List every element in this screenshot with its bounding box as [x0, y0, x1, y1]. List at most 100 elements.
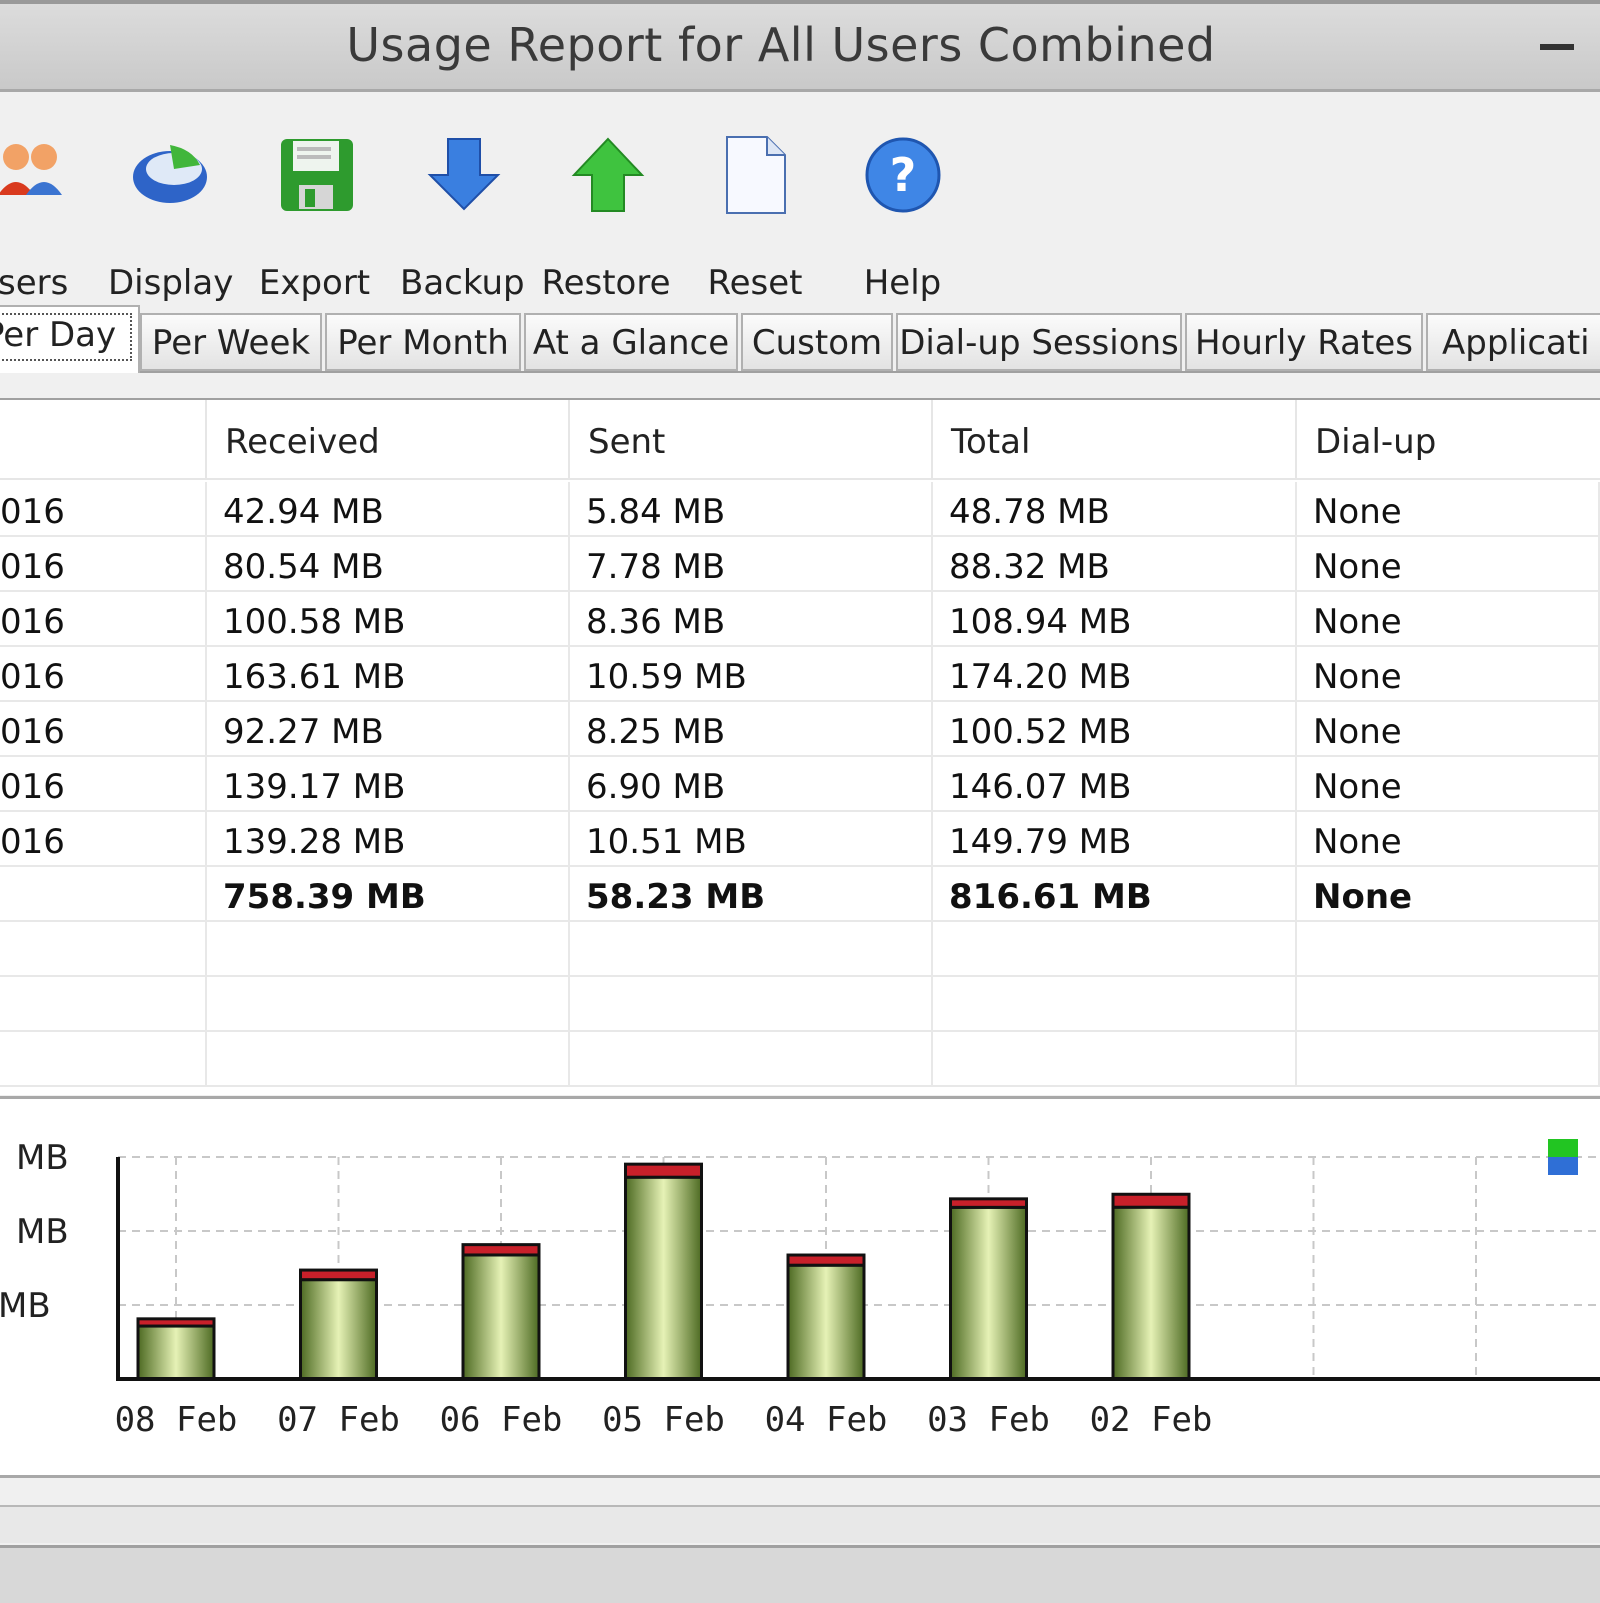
status-bar	[0, 1545, 1600, 1603]
column-header-dialup[interactable]: Dial-up	[1297, 400, 1600, 480]
tab-applications[interactable]: Applicati	[1426, 313, 1600, 371]
column-header-total[interactable]: Total	[933, 400, 1297, 480]
date-cell: 016	[0, 482, 207, 537]
total-cell: 100.52 MB	[933, 702, 1297, 757]
table-row[interactable]: 016 42.94 MB 5.84 MB 48.78 MB None	[0, 482, 1600, 537]
backup-button[interactable]: Backup	[400, 135, 525, 303]
bar-received	[136, 1324, 216, 1381]
users-button[interactable]: sers	[0, 135, 78, 303]
sent-cell: 58.23 MB	[570, 867, 933, 922]
empty-cell	[0, 977, 207, 1032]
title-bar: Usage Report for All Users Combined	[0, 0, 1600, 92]
empty-cell	[0, 922, 207, 977]
tab-at-a-glance[interactable]: At a Glance	[524, 313, 738, 371]
y-tick-label: MB	[0, 1286, 51, 1326]
empty-cell	[933, 1032, 1297, 1087]
x-tick-label: 05 Feb	[602, 1400, 725, 1440]
users-icon	[0, 144, 62, 195]
table-row[interactable]: 016 139.17 MB 6.90 MB 146.07 MB None	[0, 757, 1600, 812]
bar-received	[461, 1253, 541, 1381]
bar-sent	[786, 1253, 866, 1267]
empty-row	[0, 922, 1600, 977]
column-header-date[interactable]	[0, 400, 207, 480]
x-tick-label: 06 Feb	[440, 1400, 563, 1440]
export-button[interactable]: Export	[257, 135, 372, 303]
scrollbar-track[interactable]	[0, 1505, 1600, 1543]
bar-received	[624, 1175, 703, 1381]
empty-cell	[0, 1032, 207, 1087]
dialup-cell: None	[1297, 482, 1600, 537]
bar-chart: 08 Feb 07 Feb 06 Feb 05 Feb 04 Feb 03 Feb 02 F…	[0, 1138, 1600, 1440]
users-label: sers	[0, 263, 69, 303]
total-cell: 108.94 MB	[933, 592, 1297, 647]
empty-row	[0, 977, 1600, 1032]
empty-cell	[933, 977, 1297, 1032]
display-label: Display	[108, 263, 234, 303]
column-header-received[interactable]: Received	[207, 400, 570, 480]
date-cell: 016	[0, 647, 207, 702]
total-cell: 149.79 MB	[933, 812, 1297, 867]
reset-label: Reset	[707, 263, 803, 303]
table-row[interactable]: 016 139.28 MB 10.51 MB 149.79 MB None	[0, 812, 1600, 867]
legend-swatch-sent	[1548, 1157, 1578, 1175]
display-button[interactable]: Display	[108, 135, 233, 303]
arrow-up-icon	[571, 137, 645, 212]
received-cell: 163.61 MB	[207, 647, 570, 702]
total-cell: 48.78 MB	[933, 482, 1297, 537]
x-tick-label: 07 Feb	[277, 1400, 400, 1440]
received-cell: 139.28 MB	[207, 812, 570, 867]
total-cell: 816.61 MB	[933, 867, 1297, 922]
empty-cell	[570, 1032, 933, 1087]
usage-table: Received Sent Total Dial-up 016 42.94 MB 5…	[0, 398, 1600, 1095]
tab-per-day[interactable]: Per Day	[0, 305, 140, 373]
tab-per-week[interactable]: Per Week	[140, 313, 322, 371]
legend-swatch-received	[1548, 1139, 1578, 1157]
report-tabs: Per Day Per Week Per Month At a Glance C…	[0, 305, 1600, 373]
date-cell	[0, 867, 207, 922]
empty-cell	[207, 1032, 570, 1087]
tab-dial-up-sessions[interactable]: Dial-up Sessions	[896, 313, 1182, 371]
y-tick-label: MB	[16, 1212, 69, 1252]
dialup-cell: None	[1297, 812, 1600, 867]
restore-button[interactable]: Restore	[540, 135, 672, 303]
bar-received	[1111, 1205, 1191, 1381]
totals-row[interactable]: 758.39 MB 58.23 MB 816.61 MB None	[0, 867, 1600, 922]
sent-cell: 8.25 MB	[570, 702, 933, 757]
x-tick-label: 03 Feb	[927, 1400, 1050, 1440]
restore-label: Restore	[541, 263, 671, 303]
date-cell: 016	[0, 592, 207, 647]
reset-button[interactable]: Reset	[700, 135, 810, 303]
empty-cell	[207, 977, 570, 1032]
backup-label: Backup	[400, 263, 525, 303]
tab-per-month[interactable]: Per Month	[325, 313, 521, 371]
export-label: Export	[258, 263, 371, 303]
received-cell: 92.27 MB	[207, 702, 570, 757]
sent-cell: 8.36 MB	[570, 592, 933, 647]
tab-custom[interactable]: Custom	[741, 313, 893, 371]
blank-page-icon	[726, 136, 786, 214]
help-button[interactable]: ? Help	[855, 135, 950, 303]
tab-hourly-rates[interactable]: Hourly Rates	[1185, 313, 1423, 371]
x-tick-label: 04 Feb	[765, 1400, 888, 1440]
table-row[interactable]: 016 100.58 MB 8.36 MB 108.94 MB None	[0, 592, 1600, 647]
bar-received	[299, 1278, 378, 1381]
bar-sent	[461, 1243, 541, 1257]
empty-cell	[1297, 977, 1600, 1032]
received-cell: 42.94 MB	[207, 482, 570, 537]
column-header-sent[interactable]: Sent	[570, 400, 933, 480]
received-cell: 80.54 MB	[207, 537, 570, 592]
minimize-button[interactable]	[1540, 44, 1574, 50]
dialup-cell: None	[1297, 537, 1600, 592]
table-row[interactable]: 016 80.54 MB 7.78 MB 88.32 MB None	[0, 537, 1600, 592]
svg-text:?: ?	[890, 148, 917, 202]
window-title: Usage Report for All Users Combined	[346, 18, 1216, 72]
table-row[interactable]: 016 92.27 MB 8.25 MB 100.52 MB None	[0, 702, 1600, 757]
sent-cell: 5.84 MB	[570, 482, 933, 537]
help-icon: ?	[865, 137, 941, 213]
received-cell: 139.17 MB	[207, 757, 570, 812]
empty-cell	[570, 977, 933, 1032]
usage-chart: 08 Feb 07 Feb 06 Feb 05 Feb 04 Feb 03 Feb 02 F…	[0, 1096, 1600, 1478]
empty-cell	[1297, 1032, 1600, 1087]
help-label: Help	[863, 263, 942, 303]
table-row[interactable]: 016 163.61 MB 10.59 MB 174.20 MB None	[0, 647, 1600, 702]
